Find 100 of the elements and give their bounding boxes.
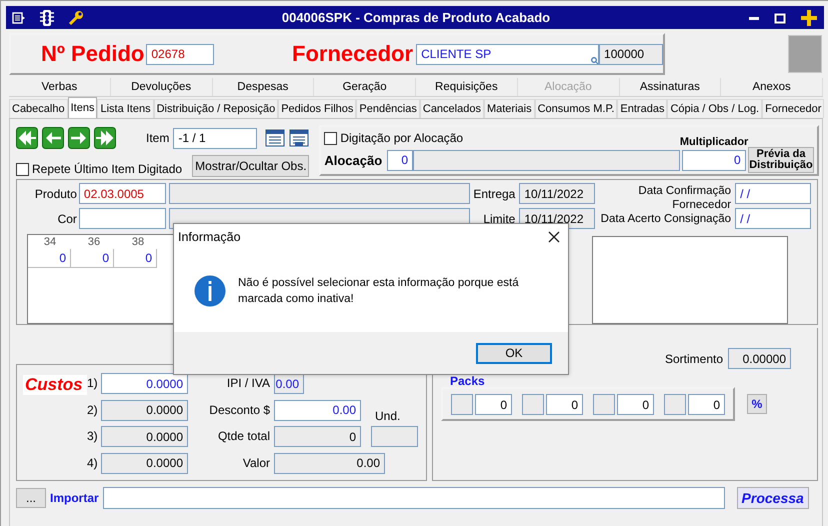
packs-label: Packs: [450, 374, 486, 387]
allocation-field[interactable]: 0: [387, 150, 414, 170]
total-qty-label: Qtde total: [216, 429, 270, 443]
window-title: 004006SPK - Compras de Produto Acabado: [280, 10, 552, 25]
order-number-field[interactable]: 02678: [146, 44, 214, 64]
tab[interactable]: Anexos: [721, 78, 823, 96]
delivery-date-field[interactable]: 10/11/2022: [519, 183, 596, 204]
pack-size-field[interactable]: [451, 394, 473, 415]
repeat-checkbox[interactable]: [16, 162, 29, 176]
traffic-light-icon[interactable]: [40, 8, 54, 26]
value-field[interactable]: 0.00: [274, 452, 385, 474]
cost-field[interactable]: 0.0000: [101, 452, 188, 474]
percent-button[interactable]: %: [747, 394, 767, 414]
size-header: 34: [42, 236, 58, 248]
pack-qty-field[interactable]: 0: [617, 394, 654, 415]
cost-field[interactable]: 0.0000: [101, 373, 188, 394]
wrench-icon[interactable]: [68, 10, 84, 26]
consign-date-label: Data Acerto Consignação: [600, 212, 732, 226]
supplier-name: CLIENTE SP: [421, 47, 492, 61]
tab[interactable]: Cópia / Obs / Log.: [667, 99, 762, 118]
tab[interactable]: Geração: [314, 78, 416, 96]
tab[interactable]: Distribuição / Reposição: [154, 99, 278, 118]
maximize-icon[interactable]: [774, 12, 786, 24]
tab[interactable]: Entradas: [617, 99, 668, 118]
tab[interactable]: Cancelados: [420, 99, 484, 118]
dialog-title: Informação: [178, 230, 242, 244]
dialog-message: Não é possível selecionar esta informação porque está marcada como inativa!: [238, 276, 520, 307]
plus-icon[interactable]: [800, 8, 818, 26]
assortment-label: Sortimento: [664, 352, 723, 366]
tab[interactable]: Itens: [68, 97, 98, 118]
table-cell: 0: [28, 249, 71, 268]
unit-label: Und.: [375, 408, 400, 422]
allocation-checkbox[interactable]: [324, 132, 338, 144]
table-cell: 0: [71, 249, 114, 268]
row-number-label: 1): [87, 376, 99, 390]
tab[interactable]: Assinaturas: [620, 78, 722, 96]
color-swatch: [788, 35, 822, 73]
lookup-icon: [591, 56, 598, 64]
ipi-field[interactable]: 0.00: [274, 373, 304, 394]
row-number-label: 4): [87, 456, 99, 470]
discount-label: Desconto $: [208, 402, 270, 416]
row-number-label: 3): [87, 429, 99, 443]
assortment-field[interactable]: 0.00000: [728, 348, 791, 369]
item-field[interactable]: -1 / 1: [173, 128, 258, 148]
menu-icon[interactable]: [12, 10, 26, 24]
color-field[interactable]: [78, 208, 166, 229]
row-number-label: 2): [87, 402, 99, 416]
process-button[interactable]: Processa: [736, 487, 809, 509]
order-label: Nº Pedido: [41, 41, 144, 67]
grid-view-icon[interactable]: [289, 129, 310, 147]
table-cell: 0: [114, 249, 157, 268]
more-button[interactable]: ...: [16, 488, 46, 508]
product-label: Produto: [34, 187, 77, 201]
tab[interactable]: Fornecedor: [762, 99, 824, 118]
supplier-code-field[interactable]: 100000: [599, 44, 663, 64]
pack-qty-field[interactable]: 0: [475, 394, 512, 415]
pack-qty-field[interactable]: 0: [546, 394, 583, 415]
item-label: Item: [146, 131, 170, 145]
tab[interactable]: Cabecalho: [9, 99, 68, 118]
tab[interactable]: Consumos M.P.: [534, 99, 618, 118]
toggle-obs-button[interactable]: Mostrar/Ocultar Obs.: [192, 155, 310, 177]
tab[interactable]: Requisições: [416, 78, 518, 96]
confirm-date-label: Data Confirmação Fornecedor: [637, 184, 732, 212]
size-header: 38: [130, 236, 146, 248]
close-icon[interactable]: [548, 231, 560, 243]
delivery-label: Entrega: [472, 187, 516, 201]
supplier-label: Fornecedor: [292, 41, 414, 67]
costs-title: Custos: [23, 375, 87, 395]
checkbox-label: Digitação por Alocação: [340, 131, 464, 145]
confirm-date-field[interactable]: / /: [735, 183, 811, 204]
tab[interactable]: Verbas: [9, 78, 111, 96]
ok-button[interactable]: OK: [476, 342, 552, 364]
product-field[interactable]: 02.03.0005: [78, 183, 166, 204]
ipi-label: IPI / IVA: [226, 376, 270, 390]
cost-field[interactable]: 0.0000: [101, 400, 188, 420]
pack-size-field[interactable]: [593, 394, 615, 415]
cost-field[interactable]: 0.0000: [101, 426, 188, 447]
tab[interactable]: Pendências: [356, 99, 420, 118]
consign-date-field[interactable]: / /: [735, 208, 811, 229]
preview-button[interactable]: Prévia da Distribuição: [748, 147, 814, 173]
multiplier-field[interactable]: 0: [682, 150, 746, 170]
tab[interactable]: Lista Itens: [97, 99, 154, 118]
pack-qty-field[interactable]: 0: [688, 394, 725, 415]
size-header: 36: [86, 236, 102, 248]
multiplier-label: Multiplicador: [680, 136, 748, 148]
info-icon: [194, 275, 226, 307]
grid-view-icon[interactable]: [265, 129, 286, 147]
tab[interactable]: Materiais: [484, 99, 535, 118]
total-qty-field[interactable]: 0: [274, 426, 361, 447]
unit-field: [371, 426, 418, 447]
import-field[interactable]: [102, 487, 725, 509]
pack-size-field[interactable]: [522, 394, 544, 415]
tab[interactable]: Pedidos Filhos: [278, 99, 356, 118]
pack-size-field[interactable]: [664, 394, 686, 415]
tab[interactable]: Devoluções: [110, 78, 212, 96]
supplier-field[interactable]: CLIENTE SP: [416, 44, 600, 64]
tab[interactable]: Despesas: [212, 78, 314, 96]
value-label: Valor: [242, 456, 270, 470]
discount-field[interactable]: 0.00: [274, 400, 361, 420]
checkbox-label: Repete Último Item Digitado: [32, 162, 182, 176]
